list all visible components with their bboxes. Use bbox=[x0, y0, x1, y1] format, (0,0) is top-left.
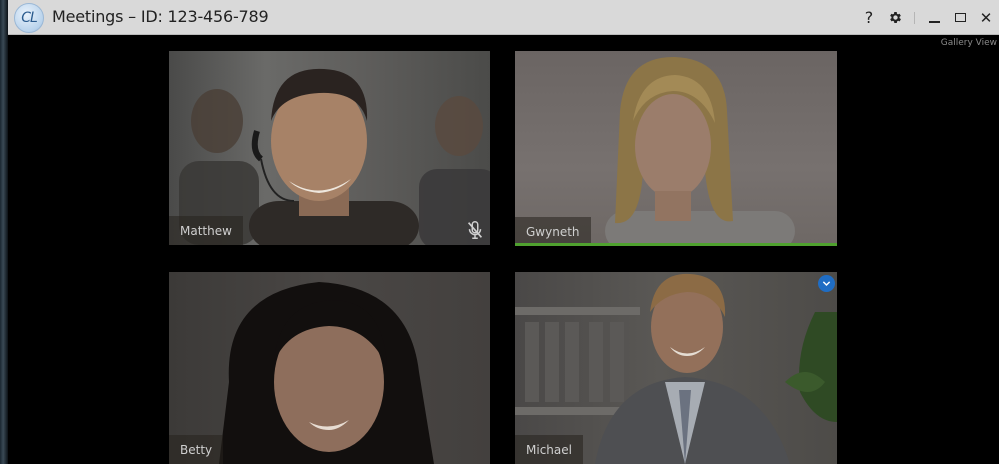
title-separator bbox=[914, 11, 915, 24]
active-speaker-indicator bbox=[515, 243, 837, 246]
participant-name: Michael bbox=[526, 442, 572, 457]
title-bar[interactable]: CL Meetings – ID: 123-456-789 ? ✕ bbox=[8, 0, 999, 35]
gallery-view-toggle[interactable]: Gallery View bbox=[941, 38, 997, 48]
minimize-button[interactable] bbox=[921, 0, 947, 35]
participant-tile-matthew[interactable]: Matthew bbox=[169, 51, 490, 245]
help-button[interactable]: ? bbox=[856, 0, 882, 35]
gear-icon bbox=[889, 12, 901, 23]
participant-options-button[interactable] bbox=[818, 275, 835, 292]
maximize-button[interactable] bbox=[947, 0, 973, 35]
participant-name-tag: Michael bbox=[515, 435, 583, 464]
help-icon: ? bbox=[864, 8, 874, 27]
participant-name: Gwyneth bbox=[526, 224, 580, 239]
settings-button[interactable] bbox=[882, 0, 908, 35]
participant-name-tag: Matthew bbox=[169, 216, 243, 245]
participant-name-tag: Gwyneth bbox=[515, 217, 591, 246]
participant-name-tag: Betty bbox=[169, 435, 224, 464]
window-controls: ? ✕ bbox=[856, 0, 999, 35]
app-logo: CL bbox=[14, 3, 44, 33]
maximize-icon bbox=[954, 13, 966, 22]
participant-tile-gwyneth[interactable]: Gwyneth bbox=[515, 51, 837, 246]
close-icon: ✕ bbox=[979, 8, 993, 27]
desktop-edge bbox=[0, 0, 8, 464]
participant-tile-michael[interactable]: Michael bbox=[515, 272, 837, 464]
minimize-icon bbox=[928, 20, 940, 23]
meeting-window: CL Meetings – ID: 123-456-789 ? ✕ Galler… bbox=[0, 0, 999, 464]
participant-name: Matthew bbox=[180, 223, 232, 238]
app-logo-text: CL bbox=[21, 10, 38, 26]
participant-tile-betty[interactable]: Betty bbox=[169, 272, 490, 464]
close-button[interactable]: ✕ bbox=[973, 0, 999, 35]
mic-muted-icon bbox=[467, 221, 483, 239]
participant-name: Betty bbox=[180, 442, 213, 457]
chevron-down-icon bbox=[822, 281, 831, 287]
window-title: Meetings – ID: 123-456-789 bbox=[52, 7, 269, 26]
